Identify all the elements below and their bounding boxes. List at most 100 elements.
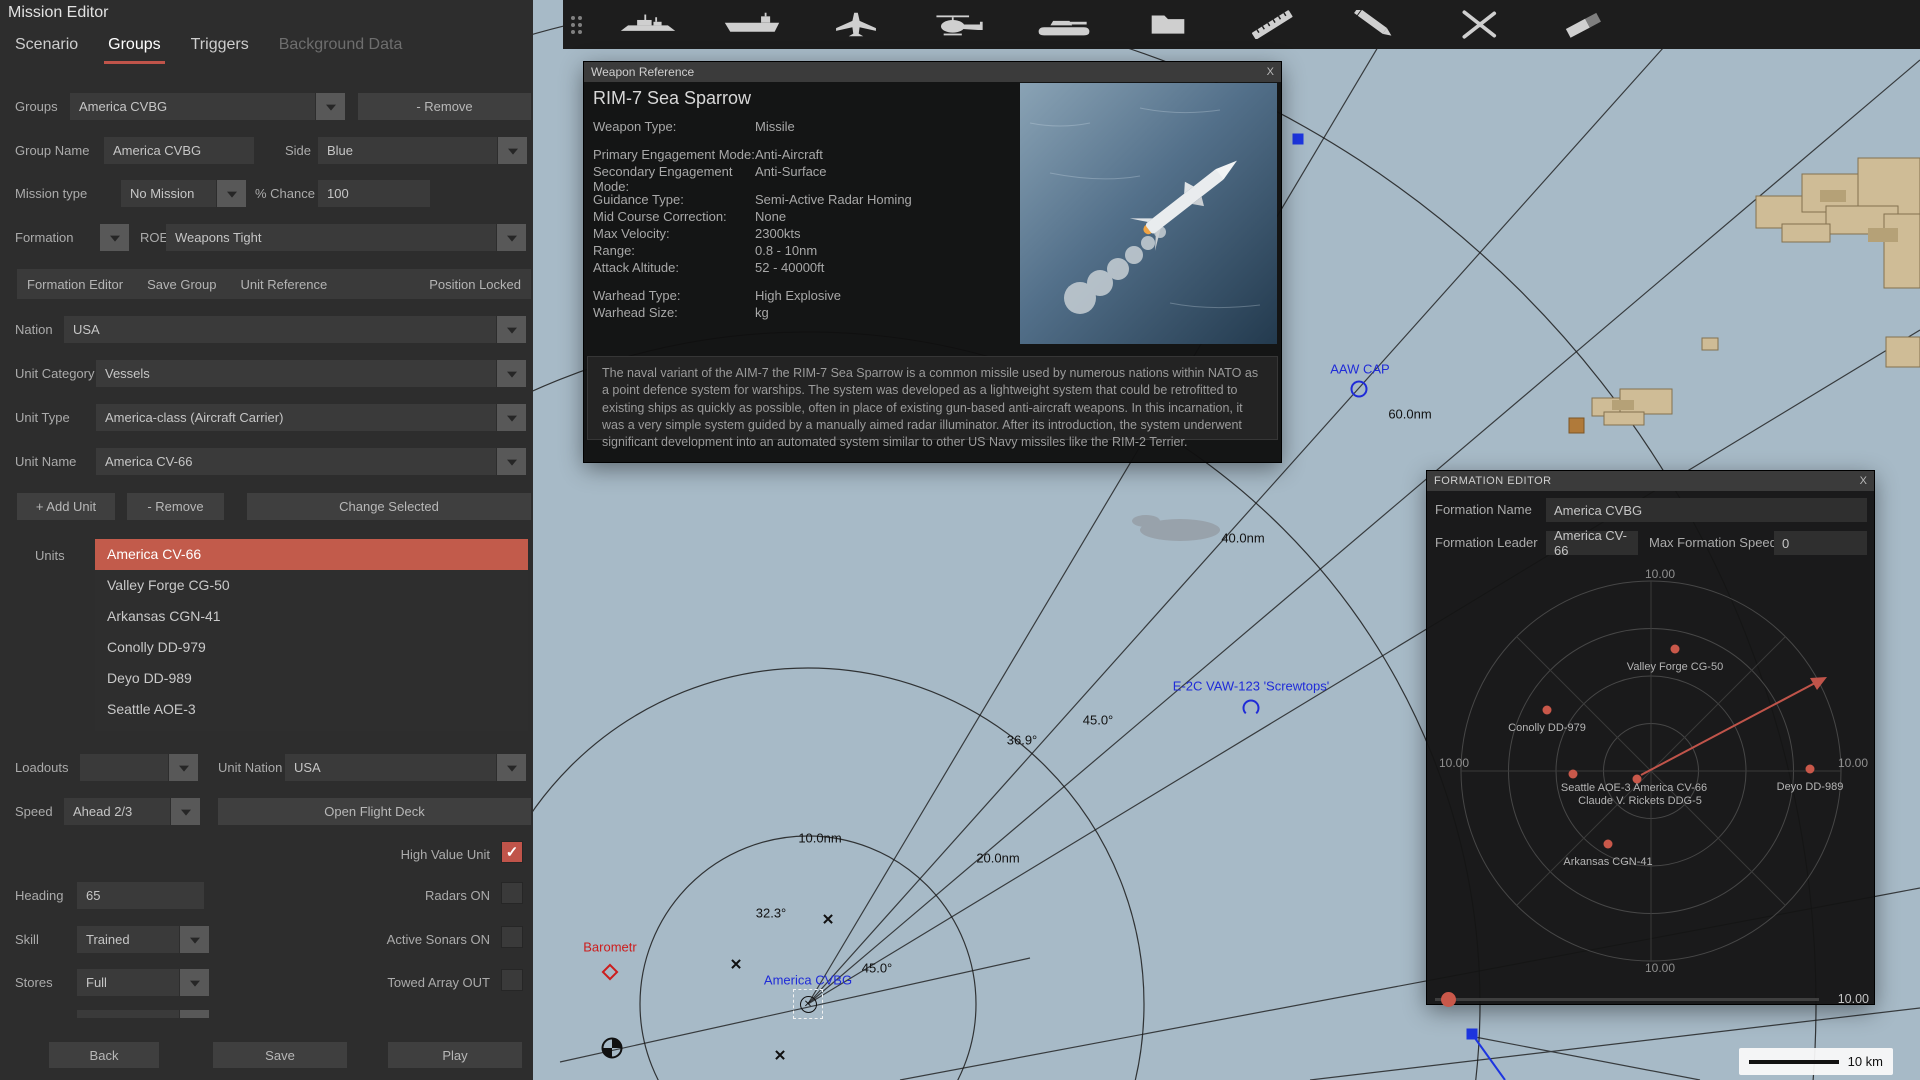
nation-dropdown-arrow[interactable] — [497, 316, 526, 343]
group-name-input[interactable]: America CVBG — [104, 137, 254, 164]
spec-row: Warhead Size: kg — [593, 305, 1013, 322]
formation-unit-dot[interactable] — [1568, 769, 1578, 779]
formation-unit-dot[interactable] — [1670, 644, 1680, 654]
unit-list-item[interactable]: Deyo DD-989 — [95, 663, 528, 694]
unit-type-select[interactable]: America-class (Aircraft Carrier) — [96, 404, 496, 431]
unit-list-item[interactable]: Conolly DD-979 — [95, 632, 528, 663]
unit-name-select[interactable]: America CV-66 — [96, 448, 496, 475]
high-value-unit-checkbox[interactable] — [501, 841, 523, 863]
weapon-reference-titlebar[interactable]: Weapon Reference X — [584, 62, 1281, 82]
spec-value: High Explosive — [755, 288, 841, 303]
arc-symbol[interactable] — [1242, 699, 1260, 717]
close-icon[interactable]: X — [1267, 66, 1274, 78]
formation-editor-button[interactable]: Formation Editor — [27, 277, 123, 292]
tools-icon[interactable] — [1428, 0, 1532, 49]
folder-icon[interactable] — [1116, 0, 1220, 49]
back-button[interactable]: Back — [49, 1042, 159, 1068]
x-marker-icon[interactable]: ✕ — [730, 958, 743, 973]
radars-label: Radars ON — [424, 888, 490, 903]
x-marker-icon[interactable]: ✕ — [822, 913, 835, 928]
groups-select[interactable]: America CVBG — [70, 93, 315, 120]
diamond-symbol[interactable] — [601, 963, 619, 981]
stores-dropdown-arrow[interactable] — [180, 969, 209, 996]
mission-type-dropdown-arrow[interactable] — [217, 180, 246, 207]
unit-reference-button[interactable]: Unit Reference — [240, 277, 327, 292]
unit-list-item[interactable]: Arkansas CGN-41 — [95, 601, 528, 632]
unit-nation-dropdown-arrow[interactable] — [497, 754, 526, 781]
remove-unit-button[interactable]: - Remove — [127, 493, 224, 520]
unit-type-dropdown-arrow[interactable] — [497, 404, 526, 431]
unit-list-item[interactable]: Claude V. Rickets DDG-5 — [95, 725, 528, 731]
stores-select[interactable]: Full — [77, 969, 179, 996]
unit-category-dropdown-arrow[interactable] — [497, 360, 526, 387]
eraser-icon[interactable] — [1532, 0, 1636, 49]
tab-triggers[interactable]: Triggers — [191, 36, 249, 64]
spec-value: kg — [755, 305, 769, 320]
tab-scenario[interactable]: Scenario — [15, 36, 78, 64]
change-selected-button[interactable]: Change Selected — [247, 493, 531, 520]
spec-value: 2300kts — [755, 226, 801, 241]
unit-list-item[interactable]: Valley Forge CG-50 — [95, 570, 528, 601]
pencil-icon[interactable] — [1324, 0, 1428, 49]
active-sonars-checkbox[interactable] — [501, 926, 523, 948]
unit-list-item[interactable]: America CV-66 — [95, 539, 528, 570]
speed-dropdown-arrow[interactable] — [171, 798, 200, 825]
mission-type-select[interactable]: No Mission — [121, 180, 216, 207]
unit-list-item[interactable]: Seattle AOE-3 — [95, 694, 528, 725]
spec-row: Secondary Engagement Mode: Anti-Surface — [593, 164, 1013, 194]
speed-select[interactable]: Ahead 2/3 — [64, 798, 170, 825]
aircraft-icon[interactable] — [804, 0, 908, 49]
skill-dropdown-arrow[interactable] — [180, 926, 209, 953]
circle-symbol[interactable] — [1350, 380, 1368, 398]
side-dropdown-arrow[interactable] — [498, 137, 527, 164]
formation-unit-dot[interactable] — [1603, 839, 1613, 849]
units-list[interactable]: America CV-66 Valley Forge CG-50 Arkansas … — [95, 539, 528, 731]
radars-checkbox[interactable] — [501, 882, 523, 904]
loadouts-dropdown-arrow[interactable] — [169, 754, 198, 781]
destroyer-icon[interactable] — [596, 0, 700, 49]
groups-dropdown-arrow[interactable] — [316, 93, 345, 120]
chance-input[interactable]: 100 — [318, 180, 430, 207]
tab-groups[interactable]: Groups — [104, 36, 166, 64]
spec-row: Attack Altitude: 52 - 40000ft — [593, 260, 1013, 277]
spec-row: Range: 0.8 - 10nm — [593, 243, 1013, 260]
toolbar-icons — [596, 0, 1636, 49]
ruler-icon[interactable] — [1220, 0, 1324, 49]
formation-unit-dot[interactable] — [1805, 764, 1815, 774]
selected-unit-symbol[interactable]: ✕ — [793, 989, 823, 1019]
towed-array-checkbox[interactable] — [501, 969, 523, 991]
carrier-icon[interactable] — [700, 0, 804, 49]
tab-background-data[interactable]: Background Data — [279, 36, 403, 64]
target-symbol[interactable] — [601, 1037, 623, 1059]
x-marker-icon[interactable]: ✕ — [774, 1049, 787, 1064]
nation-select[interactable]: USA — [64, 316, 496, 343]
square-symbol[interactable] — [1292, 133, 1304, 145]
map-scale-bar: 10 km — [1739, 1048, 1893, 1075]
add-unit-button[interactable]: + Add Unit — [17, 493, 115, 520]
slider-track[interactable] — [1435, 998, 1819, 1001]
roe-select[interactable]: Weapons Tight — [166, 224, 496, 251]
remove-group-button[interactable]: - Remove — [358, 93, 531, 120]
side-select[interactable]: Blue — [318, 137, 497, 164]
slider-handle[interactable] — [1441, 992, 1456, 1007]
unit-category-select[interactable]: Vessels — [96, 360, 496, 387]
tank-icon[interactable] — [1012, 0, 1116, 49]
save-button[interactable]: Save — [213, 1042, 347, 1068]
play-button[interactable]: Play — [388, 1042, 522, 1068]
page-title: Mission Editor — [8, 4, 109, 21]
open-flight-deck-button[interactable]: Open Flight Deck — [218, 798, 531, 825]
unit-name-dropdown-arrow[interactable] — [497, 448, 526, 475]
bearing-label: 45.0° — [861, 960, 893, 976]
skill-select[interactable]: Trained — [77, 926, 179, 953]
square-symbol[interactable] — [1466, 1028, 1478, 1040]
loadouts-select[interactable] — [80, 754, 168, 781]
position-locked-toggle[interactable]: Position Locked — [429, 277, 521, 292]
unit-nation-select[interactable]: USA — [285, 754, 496, 781]
helicopter-icon[interactable] — [908, 0, 1012, 49]
formation-dropdown-arrow[interactable] — [100, 224, 129, 251]
save-group-button[interactable]: Save Group — [147, 277, 216, 292]
formation-unit-dot[interactable] — [1542, 705, 1552, 715]
toolbar-grip-icon[interactable] — [571, 15, 582, 34]
heading-input[interactable]: 65 — [77, 882, 204, 909]
roe-dropdown-arrow[interactable] — [497, 224, 526, 251]
